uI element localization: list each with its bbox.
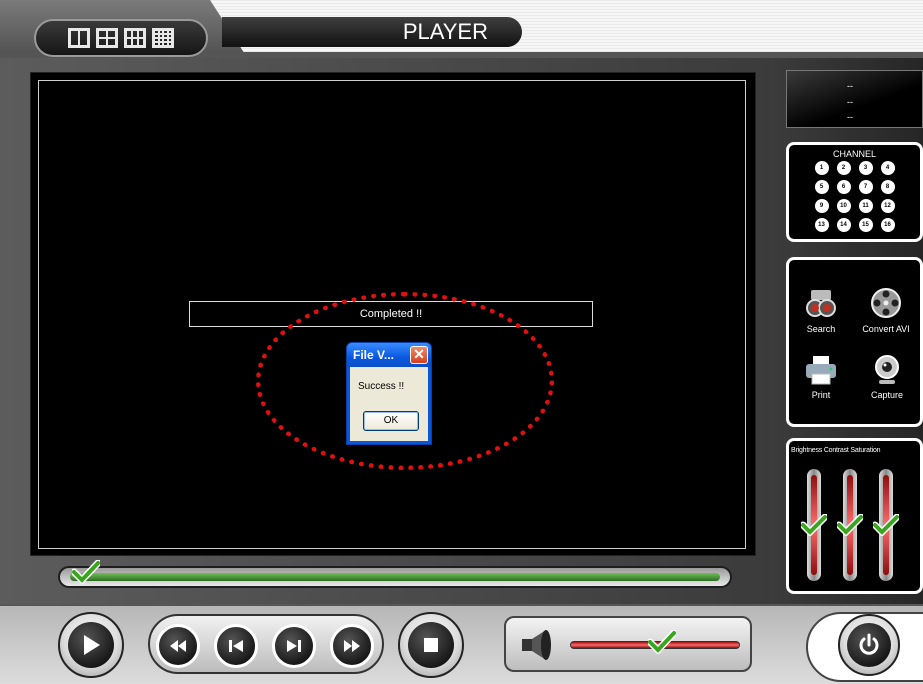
volume-control <box>504 616 752 672</box>
seek-thumb-check-icon[interactable] <box>72 560 100 584</box>
channel-1-button[interactable]: 1 <box>814 161 829 175</box>
brightness-slider[interactable] <box>801 469 827 581</box>
skip-back-icon <box>229 640 243 652</box>
convert-avi-label: Convert AVI <box>862 324 910 334</box>
progress-message: Completed !! <box>189 301 593 327</box>
channel-16-button[interactable]: 16 <box>880 218 895 232</box>
next-frame-button[interactable] <box>272 624 316 668</box>
fast-forward-button[interactable] <box>330 624 374 668</box>
channel-9-button[interactable]: 9 <box>814 199 829 213</box>
brightness-knob-check-icon[interactable] <box>801 514 827 536</box>
channel-6-button[interactable]: 6 <box>836 180 851 194</box>
search-label: Search <box>806 324 836 334</box>
binoculars-icon <box>806 290 836 317</box>
play-button[interactable] <box>58 612 124 678</box>
search-button[interactable]: Search <box>791 286 851 334</box>
tools-panel: Search Convert AVI Print Capture <box>786 257 923 427</box>
power-button[interactable] <box>838 614 900 676</box>
volume-knob-check-icon[interactable] <box>648 630 676 654</box>
channel-12-button[interactable]: 12 <box>880 199 895 213</box>
channel-4-button[interactable]: 4 <box>880 161 895 175</box>
channel-2-button[interactable]: 2 <box>836 161 851 175</box>
power-icon <box>847 623 891 667</box>
adjust-panel: Brightness Contrast Saturation <box>786 438 923 594</box>
dialog-body: Success !! OK <box>350 367 428 441</box>
message-dialog: File V... ✕ Success !! OK <box>346 342 432 445</box>
previous-frame-button[interactable] <box>214 624 258 668</box>
stop-icon <box>408 622 454 668</box>
contrast-slider[interactable] <box>837 469 863 581</box>
capture-button[interactable]: Capture <box>857 354 917 400</box>
channel-8-button[interactable]: 8 <box>880 180 895 194</box>
print-button[interactable]: Print <box>791 354 851 400</box>
layout-16-button[interactable] <box>152 28 174 48</box>
volume-slider[interactable] <box>570 630 740 654</box>
channel-11-button[interactable]: 11 <box>858 199 873 213</box>
info-line-2: -- <box>847 97 853 107</box>
play-icon <box>68 622 114 668</box>
capture-label: Capture <box>870 390 904 400</box>
channel-5-button[interactable]: 5 <box>814 180 829 194</box>
channel-15-button[interactable]: 15 <box>858 218 873 232</box>
navigation-group <box>148 614 384 674</box>
saturation-knob-check-icon[interactable] <box>873 514 899 536</box>
dialog-titlebar[interactable]: File V... ✕ <box>347 343 431 367</box>
print-label: Print <box>811 390 831 400</box>
seek-bar[interactable] <box>58 560 732 588</box>
app-title: PLAYER <box>222 17 522 47</box>
printer-icon <box>806 356 836 385</box>
channel-grid: 1 2 3 4 5 6 7 8 9 10 11 12 13 14 15 16 <box>789 161 920 232</box>
dialog-title: File V... <box>353 348 394 362</box>
seek-fill <box>70 573 720 581</box>
channel-13-button[interactable]: 13 <box>814 218 829 232</box>
convert-avi-button[interactable]: Convert AVI <box>849 286 923 334</box>
channel-14-button[interactable]: 14 <box>836 218 851 232</box>
channel-3-button[interactable]: 3 <box>858 161 873 175</box>
channel-panel: CHANNEL 1 2 3 4 5 6 7 8 9 10 11 12 13 14… <box>786 142 923 242</box>
info-line-1: -- <box>847 81 853 91</box>
contrast-knob-check-icon[interactable] <box>837 514 863 536</box>
layout-4-button[interactable] <box>96 28 118 48</box>
film-reel-icon <box>871 288 901 318</box>
stop-button[interactable] <box>398 612 464 678</box>
speaker-icon[interactable] <box>520 628 556 662</box>
channel-title: CHANNEL <box>832 149 876 159</box>
info-display: -- -- -- <box>786 70 923 128</box>
layout-2-button[interactable] <box>68 28 90 48</box>
layout-selector <box>34 19 208 57</box>
dialog-message: Success !! <box>358 381 405 392</box>
saturation-slider[interactable] <box>873 469 899 581</box>
adjust-title: Brightness Contrast Saturation <box>791 447 881 454</box>
dialog-ok-button[interactable]: OK <box>363 411 419 431</box>
skip-forward-icon <box>287 640 301 652</box>
webcam-icon <box>875 355 899 384</box>
info-line-3: -- <box>847 112 853 122</box>
player-window: PLAYER Completed !! File V... ✕ Success … <box>0 0 923 684</box>
channel-10-button[interactable]: 10 <box>836 199 851 213</box>
layout-6-button[interactable] <box>124 28 146 48</box>
rewind-button[interactable] <box>156 624 200 668</box>
channel-7-button[interactable]: 7 <box>858 180 873 194</box>
rewind-icon <box>170 640 186 652</box>
dialog-close-button[interactable]: ✕ <box>410 346 428 364</box>
fast-forward-icon <box>344 640 360 652</box>
